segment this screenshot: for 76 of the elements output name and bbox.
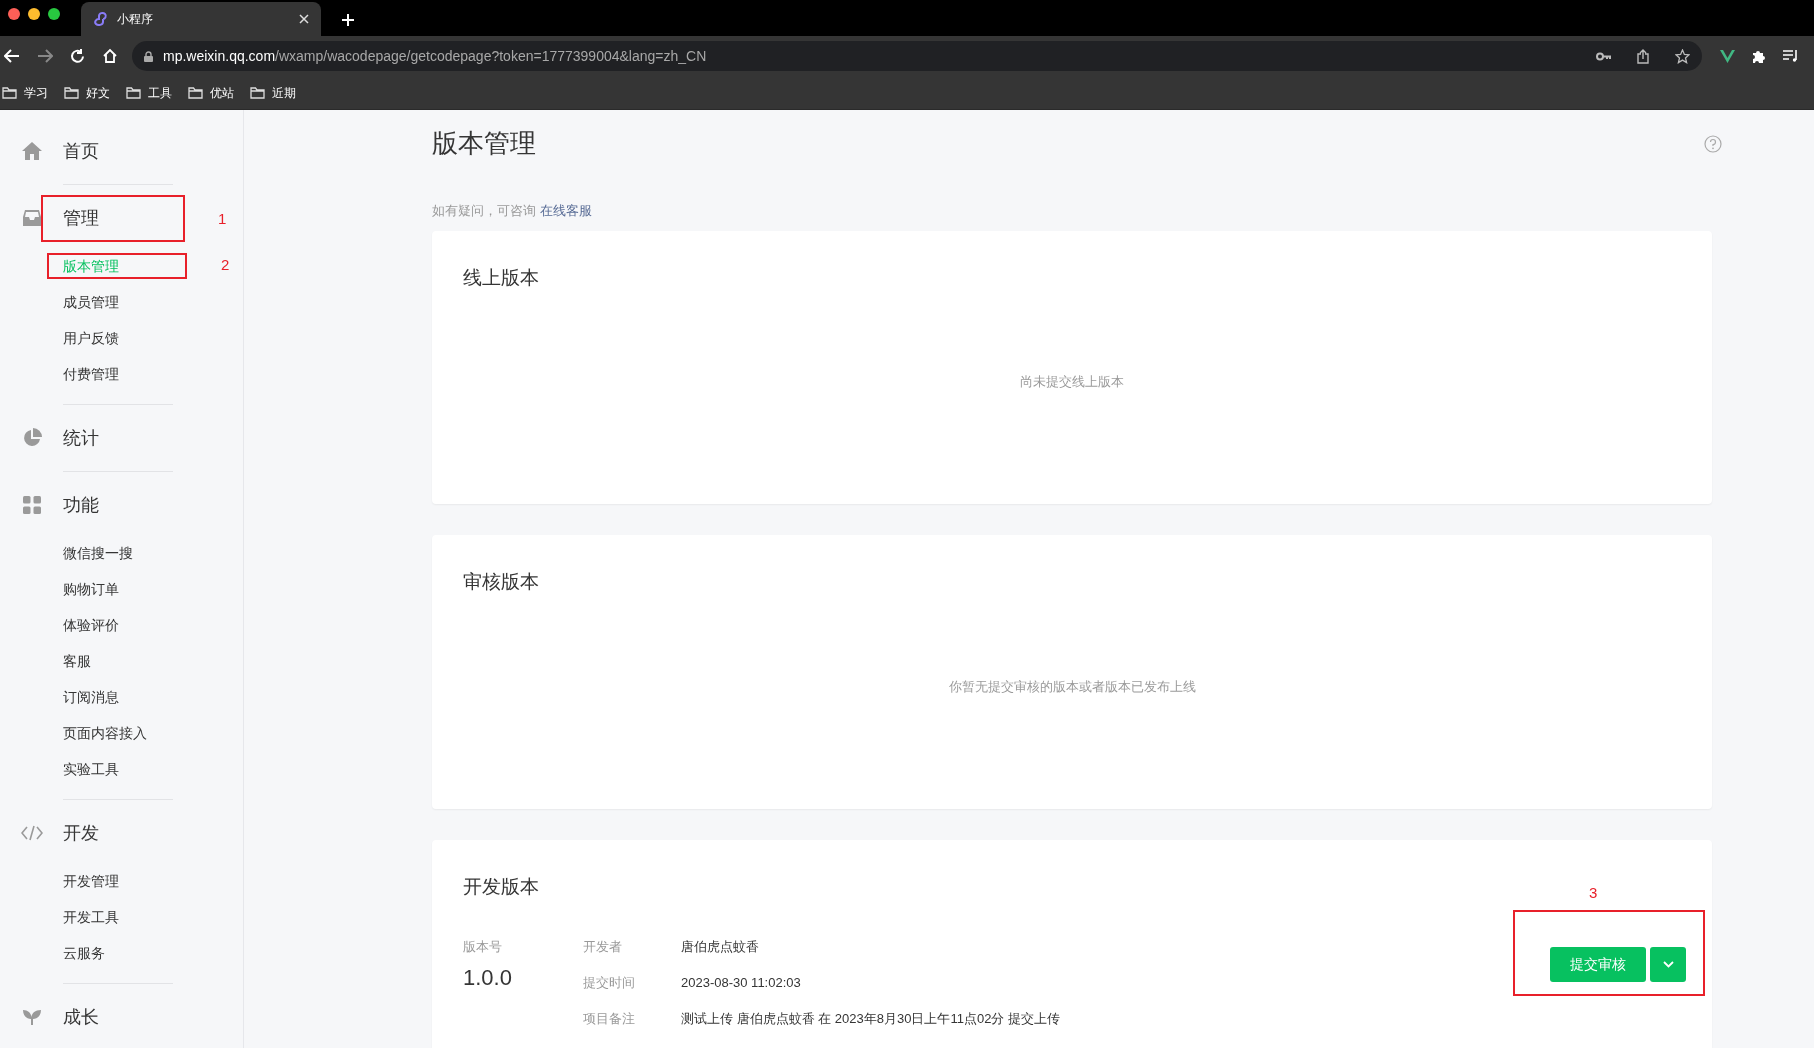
pie-chart-icon [21,428,42,448]
grid-icon [22,496,41,514]
empty-state-text: 尚未提交线上版本 [1020,373,1124,392]
address-bar[interactable]: mp.weixin.qq.com/wxamp/wacodepage/getcodepage?token=1777399004&lang=zh_CN [132,41,1702,71]
nav-section[interactable]: 开发 [63,819,99,847]
field-value: 测试上传 唐伯虎点蚊香 在 2023年8月30日上午11点02分 提交上传 [681,1010,1060,1028]
code-icon [20,825,43,841]
bookmark-folder[interactable]: 好文 [64,83,110,102]
nav-item[interactable]: 购物订单 [63,578,119,600]
card-title: 审核版本 [463,570,539,594]
lock-icon [144,50,153,62]
card-title: 开发版本 [463,874,539,899]
close-window-button[interactable] [8,8,20,20]
close-icon[interactable] [299,14,309,24]
star-icon[interactable] [1675,48,1690,64]
annotation-number: 1 [218,209,227,229]
annotation-number: 2 [221,255,230,275]
bookmark-folder[interactable]: 工具 [126,83,172,102]
minimize-window-button[interactable] [28,8,40,20]
bookmark-folder[interactable]: 学习 [2,83,48,102]
nav-item[interactable]: 页面内容接入 [63,722,147,744]
playlist-icon[interactable] [1783,50,1798,62]
nav-section[interactable]: 功能 [63,491,99,519]
nav-section[interactable]: 管理 [63,204,99,232]
field-value: 2023-08-30 11:02:03 [681,974,801,992]
nav-section[interactable]: 成长 [63,1003,99,1031]
nav-item[interactable]: 云服务 [63,942,105,964]
nav-item[interactable]: 体验评价 [63,614,119,636]
mini-program-icon [93,11,109,27]
nav-item[interactable]: 开发管理 [63,870,119,892]
folder-icon [250,86,265,99]
home-icon[interactable] [102,48,118,64]
key-icon[interactable] [1596,51,1611,61]
nav-item[interactable]: 用户反馈 [63,327,119,349]
field-label: 开发者 [583,938,623,956]
tab-title: 小程序 [117,11,154,28]
nav-item[interactable]: 微信搜一搜 [63,542,133,564]
inbox-icon [21,209,42,227]
version-number: 1.0.0 [463,964,513,992]
folder-icon [2,86,17,99]
nav-item[interactable]: 开发工具 [63,906,119,928]
browser-tab[interactable]: 小程序 [81,2,321,36]
caret-icon [1662,961,1674,968]
field-label: 项目备注 [583,1010,636,1028]
puzzle-icon[interactable] [1752,49,1766,63]
reload-icon[interactable] [70,48,85,64]
vue-extension-icon[interactable] [1720,49,1735,63]
page-title: 版本管理 [432,127,536,160]
card-title: 线上版本 [463,265,539,290]
folder-icon [126,86,141,99]
empty-state-text: 你暂无提交审核的版本或者版本已发布上线 [948,677,1196,696]
field-label: 提交时间 [583,974,636,992]
folder-icon [188,86,203,99]
url-text: mp.weixin.qq.com/wxamp/wacodepage/getcodepage?token=1777399004&lang=zh_CN [163,46,707,66]
field-value: 唐伯虎点蚊香 [681,938,759,956]
new-tab-icon[interactable] [341,13,355,27]
back-icon[interactable] [4,49,20,63]
nav-section[interactable]: 统计 [63,424,99,452]
folder-icon [64,86,79,99]
home-icon [20,141,43,161]
maximize-window-button[interactable] [48,8,60,20]
hint-text: 如有疑问，可咨询 [432,202,536,220]
nav-item[interactable]: 订阅消息 [63,686,119,708]
bookmark-folder[interactable]: 近期 [250,83,296,102]
nav-item[interactable]: 实验工具 [63,758,119,780]
bookmark-folder[interactable]: 优站 [188,83,234,102]
nav-item[interactable]: 成员管理 [63,291,119,313]
nav-item[interactable]: 付费管理 [63,363,119,385]
customer-service-link[interactable]: 在线客服 [540,201,592,221]
share-icon[interactable] [1637,48,1649,64]
nav-section[interactable]: 首页 [63,137,99,165]
sprout-icon [21,1008,42,1026]
nav-item[interactable]: 客服 [63,650,91,672]
annotation-number: 3 [1589,883,1598,903]
version-label: 版本号 [463,938,503,956]
forward-icon[interactable] [37,49,53,63]
